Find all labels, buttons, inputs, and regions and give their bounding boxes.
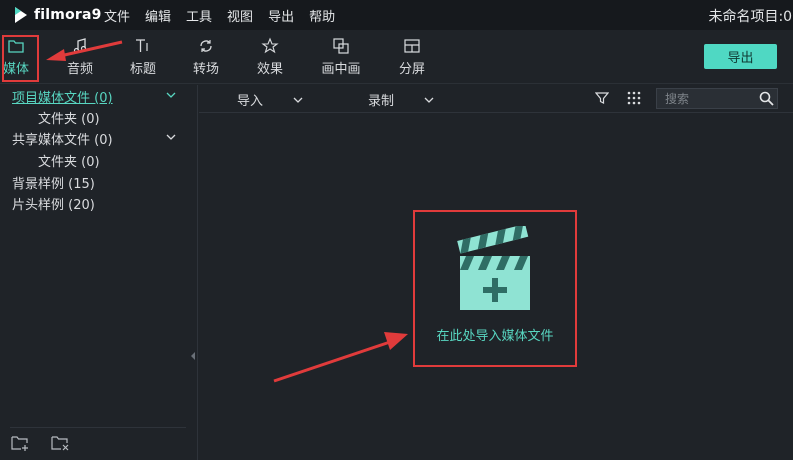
new-folder-icon[interactable] — [10, 434, 30, 452]
delete-folder-icon[interactable] — [50, 434, 70, 452]
chevron-down-icon[interactable] — [166, 90, 176, 100]
annotation-arrow-icon — [46, 40, 123, 61]
import-media-dropzone[interactable]: 在此处导入媒体文件 — [413, 210, 577, 367]
record-dropdown-label: 录制 — [368, 94, 395, 109]
split-screen-icon — [383, 34, 441, 56]
sidebar-item-project-media[interactable]: 项目媒体文件 (0) — [12, 87, 113, 106]
menu-tools[interactable]: 工具 — [186, 6, 212, 25]
tab-effects-label: 效果 — [256, 62, 283, 77]
filter-icon[interactable] — [595, 91, 609, 105]
import-dropdown[interactable]: 导入 — [237, 90, 303, 109]
app-logo: filmora9 — [12, 6, 104, 24]
record-dropdown[interactable]: 录制 — [368, 90, 434, 109]
tab-pip-label: 画中画 — [321, 62, 361, 77]
search-box — [656, 88, 778, 109]
clapperboard-add-icon — [457, 226, 530, 310]
tab-split-screen[interactable]: 分屏 — [383, 34, 441, 77]
menu-edit[interactable]: 编辑 — [145, 6, 171, 25]
tab-transitions-label: 转场 — [192, 62, 219, 77]
menu-export[interactable]: 导出 — [268, 6, 294, 25]
annotation-arrow-icon — [273, 332, 408, 383]
tab-transitions[interactable]: 转场 — [177, 34, 235, 77]
sidebar-item-project-folder[interactable]: 文件夹 (0) — [38, 108, 100, 127]
effects-icon — [241, 34, 299, 56]
collapse-sidebar-icon[interactable] — [190, 351, 196, 361]
menu-help[interactable]: 帮助 — [309, 6, 335, 25]
chevron-down-icon — [293, 97, 303, 103]
import-dropdown-label: 导入 — [237, 94, 264, 109]
sidebar-item-intro-samples[interactable]: 片头样例 (20) — [12, 194, 95, 213]
annotation-highlight-box — [2, 35, 39, 82]
filmora-logo-icon — [15, 7, 27, 23]
menu-file[interactable]: 文件 — [104, 6, 130, 25]
dropzone-text: 在此处导入媒体文件 — [436, 329, 554, 344]
chevron-down-icon[interactable] — [166, 132, 176, 142]
tab-pip[interactable]: 画中画 — [312, 34, 370, 77]
sidebar-item-shared-media[interactable]: 共享媒体文件 (0) — [12, 129, 113, 148]
search-icon[interactable] — [759, 91, 774, 106]
tab-split-screen-label: 分屏 — [398, 62, 425, 77]
menu-view[interactable]: 视图 — [227, 6, 253, 25]
export-button[interactable]: 导出 — [704, 44, 777, 69]
menu-bar: filmora9 文件 编辑 工具 视图 导出 帮助 未命名项目:00 — [0, 0, 793, 30]
pip-icon — [312, 34, 370, 56]
sidebar-footer — [10, 427, 186, 452]
media-filter-bar: 导入 录制 — [199, 85, 793, 113]
sidebar-item-shared-folder[interactable]: 文件夹 (0) — [38, 151, 100, 170]
search-input[interactable] — [657, 89, 755, 108]
tab-effects[interactable]: 效果 — [241, 34, 299, 77]
app-brand: filmora9 — [34, 7, 102, 23]
project-title: 未命名项目:00 — [708, 9, 793, 25]
media-library-sidebar: 项目媒体文件 (0) 文件夹 (0) 共享媒体文件 (0) 文件夹 (0) 背景… — [0, 85, 198, 460]
sidebar-item-background-samples[interactable]: 背景样例 (15) — [12, 173, 95, 192]
grid-view-icon[interactable] — [627, 91, 641, 105]
transition-icon — [177, 34, 235, 56]
chevron-down-icon — [424, 97, 434, 103]
